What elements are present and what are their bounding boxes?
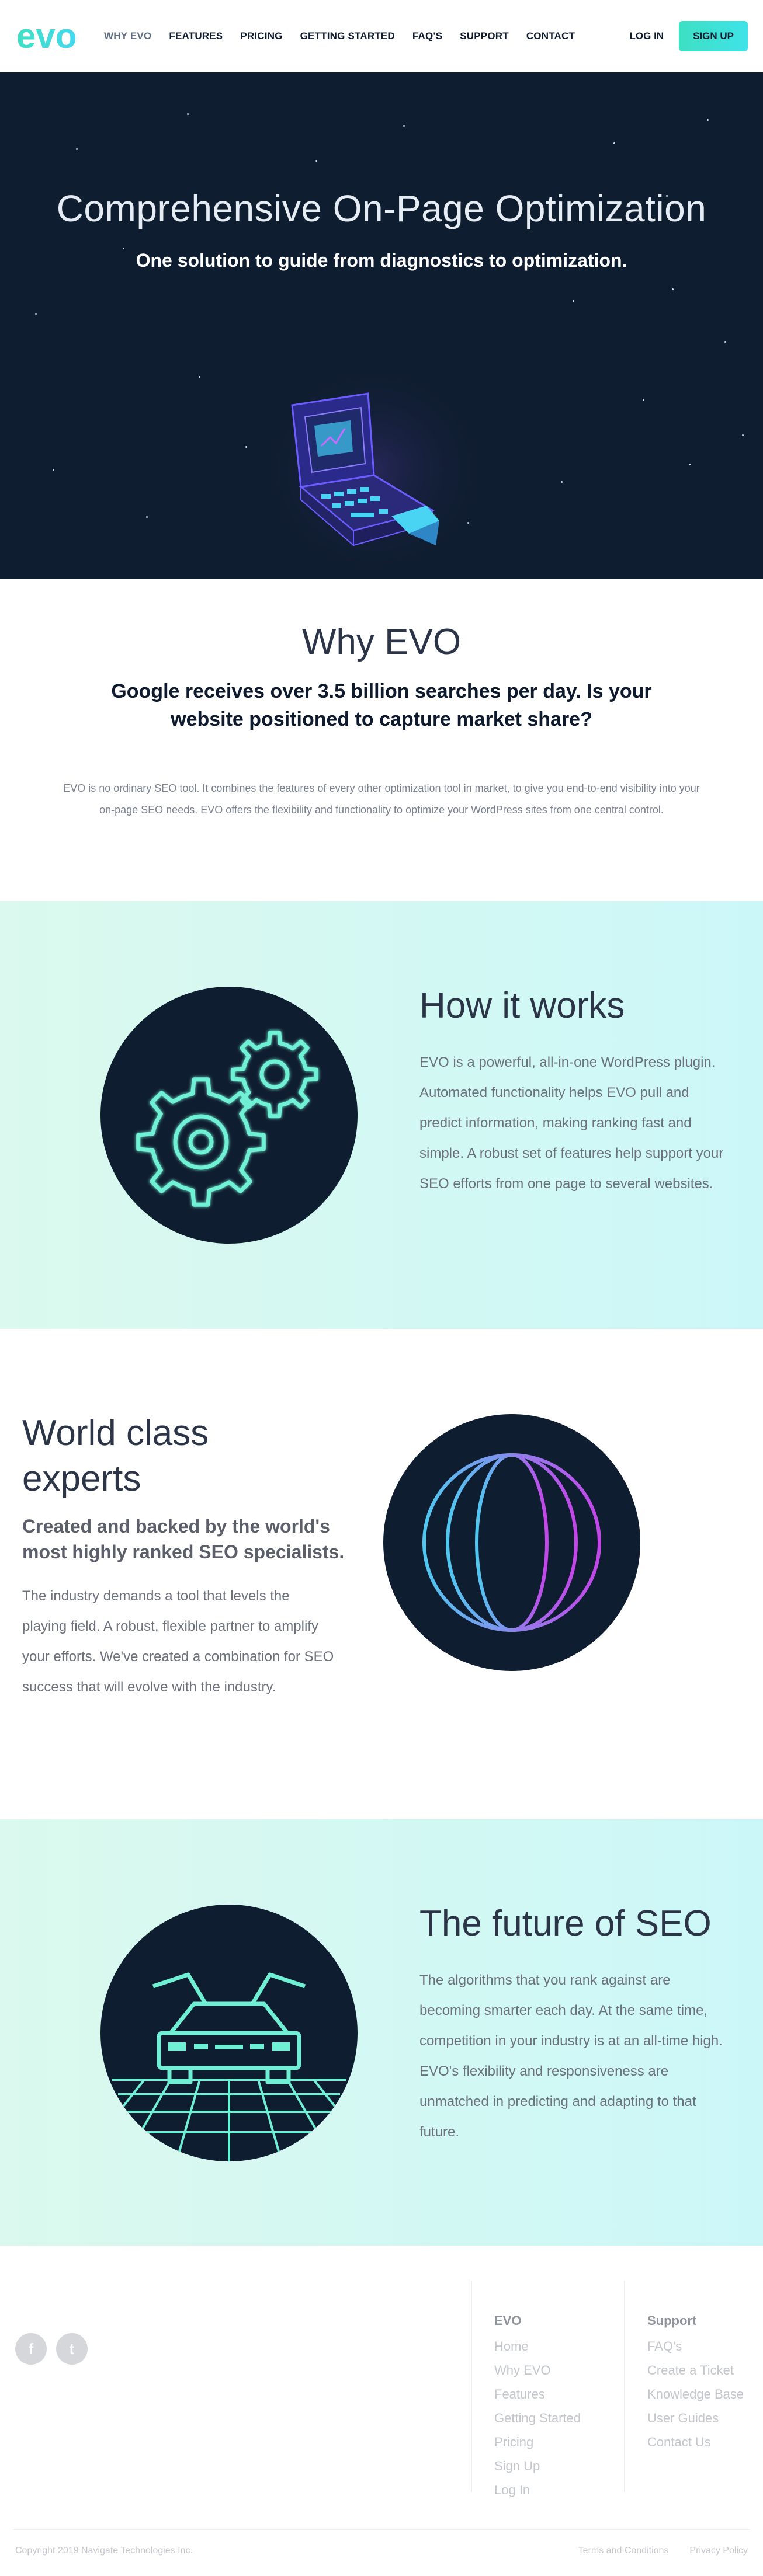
footer-link-why-evo[interactable]: Why EVO [494,2358,581,2382]
star [35,313,37,315]
svg-text:evo: evo [16,18,77,55]
nav-features[interactable]: FEATURES [169,30,223,42]
star [643,399,644,401]
star [672,288,674,290]
footer-link-sign-up[interactable]: Sign Up [494,2454,581,2478]
twitter-icon[interactable]: t [56,2333,88,2365]
retro-computer-icon [257,370,491,579]
terms-link[interactable]: Terms and Conditions [578,2546,669,2556]
hero-section: Comprehensive On-Page Optimization One s… [0,72,763,579]
how-body: EVO is a powerful, all-in-one WordPress … [419,1054,724,1192]
why-headline: Google receives over 3.5 billion searche… [111,680,652,730]
copyright-text: Copyright 2019 Navigate Technologies Inc… [15,2546,193,2556]
nav-pricing[interactable]: PRICING [240,30,282,42]
hero-title: Comprehensive On-Page Optimization [56,187,707,229]
nav-getting-started[interactable]: GETTING STARTED [300,30,395,42]
evo-logo[interactable]: evo [15,18,79,55]
footer-link-getting-started[interactable]: Getting Started [494,2406,581,2430]
site-footer: f t EVO Home Why EVO Features Getting St… [0,2246,763,2565]
experts-section: World class experts Created and backed b… [0,1329,763,1819]
star [146,516,148,518]
footer-link-log-in[interactable]: Log In [494,2478,581,2502]
experts-body: The industry demands a tool that levels … [22,1588,334,1695]
future-section: The future of SEO The algorithms that yo… [0,1819,763,2246]
privacy-link[interactable]: Privacy Policy [689,2546,748,2556]
footer-link-user-guides[interactable]: User Guides [647,2406,744,2430]
nav-actions: LOG IN SIGN UP [630,21,748,51]
how-it-works-section: How it works EVO is a powerful, all-in-o… [0,901,763,1329]
star [245,446,247,448]
car-illustration [100,1905,358,2161]
star [76,148,78,150]
star [742,434,744,436]
footer-col-evo: EVO Home Why EVO Features Getting Starte… [494,2313,581,2502]
car-icon [100,1972,358,2161]
star [53,469,54,471]
footer-link-contact-us[interactable]: Contact Us [647,2430,744,2454]
star [573,300,574,302]
footer-col-support: Support FAQ's Create a Ticket Knowledge … [647,2313,744,2454]
footer-divider [471,2281,472,2492]
footer-link-pricing[interactable]: Pricing [494,2430,581,2454]
star [315,160,317,162]
star [561,481,563,483]
footer-bottom-divider [13,2529,750,2530]
footer-support-heading: Support [647,2313,697,2328]
nav-support[interactable]: SUPPORT [460,30,509,42]
why-body: EVO is no ordinary SEO tool. It combines… [63,782,700,816]
star [724,341,726,343]
star [613,142,615,144]
nav-faqs[interactable]: FAQ'S [412,30,442,42]
footer-divider [624,2281,625,2492]
footer-link-home[interactable]: Home [494,2334,581,2358]
nav-contact[interactable]: CONTACT [526,30,575,42]
why-title: Why EVO [301,622,462,662]
star [199,376,200,378]
footer-link-faqs[interactable]: FAQ's [647,2334,744,2358]
experts-subtitle: Created and backed by the world's most h… [22,1516,345,1562]
facebook-icon[interactable]: f [15,2333,47,2365]
login-link[interactable]: LOG IN [630,30,664,42]
main-menu: WHY EVO FEATURES PRICING GETTING STARTED… [104,30,575,42]
future-body: The algorithms that you rank against are… [419,1972,723,2140]
footer-link-knowledge-base[interactable]: Knowledge Base [647,2382,744,2406]
gears-illustration [100,987,358,1244]
star [187,113,189,115]
globe-icon [422,1453,601,1632]
star [707,119,709,121]
gears-icon [136,1030,319,1207]
nav-why-evo[interactable]: WHY EVO [104,30,151,42]
experts-title: World class experts [22,1413,209,1499]
star [123,248,124,249]
globe-illustration [383,1414,640,1671]
how-title: How it works [419,986,625,1026]
hero-subtitle: One solution to guide from diagnostics t… [136,250,627,271]
star [403,125,405,127]
top-nav: evo WHY EVO FEATURES PRICING GETTING STA… [0,0,763,72]
signup-button[interactable]: SIGN UP [679,21,748,51]
footer-link-features[interactable]: Features [494,2382,581,2406]
legal-links: Terms and Conditions Privacy Policy [578,2546,748,2556]
footer-link-create-ticket[interactable]: Create a Ticket [647,2358,744,2382]
future-title: The future of SEO [419,1903,712,1944]
footer-evo-heading: EVO [494,2313,522,2328]
star [689,464,691,465]
why-evo-section: Why EVO Google receives over 3.5 billion… [0,579,763,901]
